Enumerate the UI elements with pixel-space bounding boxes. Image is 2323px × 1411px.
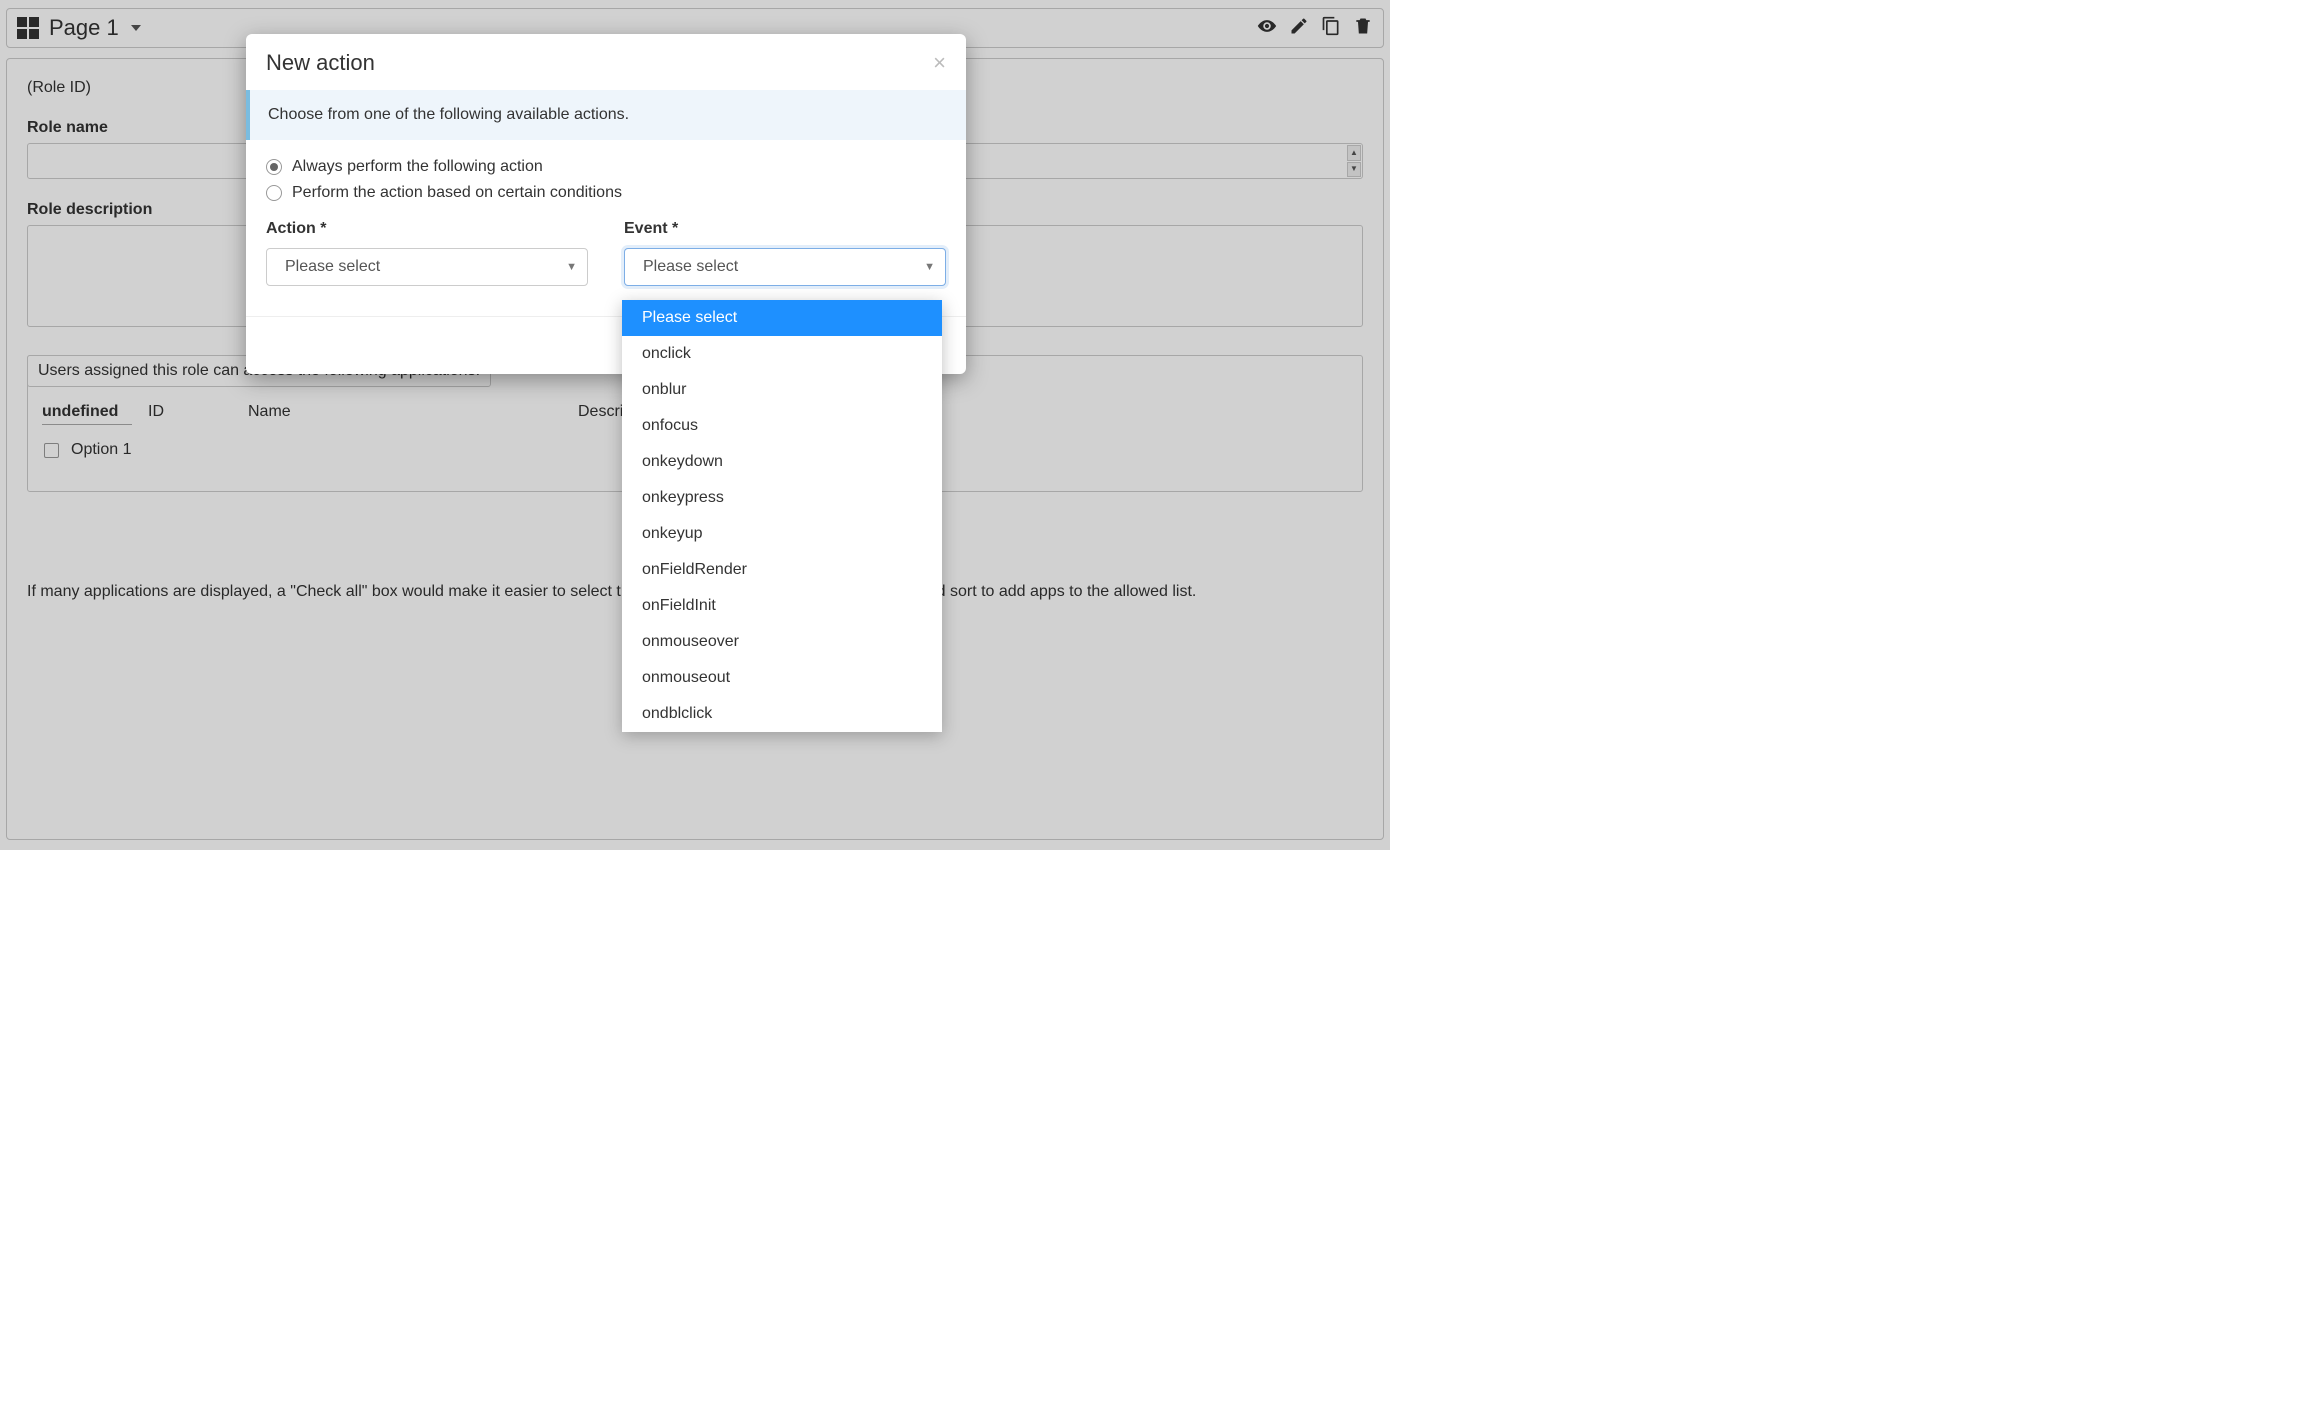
action-select[interactable]: Please select ▼	[266, 248, 588, 286]
chevron-down-icon: ▼	[924, 261, 935, 273]
radio-conditional[interactable]	[266, 185, 282, 201]
dropdown-item[interactable]: onmouseover	[622, 624, 942, 660]
dropdown-item[interactable]: Please select	[622, 300, 942, 336]
action-label: Action *	[266, 220, 588, 238]
dropdown-item[interactable]: onfocus	[622, 408, 942, 444]
radio-always-label: Always perform the following action	[292, 158, 543, 176]
dropdown-item[interactable]: ondblclick	[622, 696, 942, 732]
dropdown-item[interactable]: onkeydown	[622, 444, 942, 480]
event-dropdown: Please selectonclickonbluronfocusonkeydo…	[622, 300, 942, 732]
modal-info-banner: Choose from one of the following availab…	[246, 90, 966, 140]
action-select-value: Please select	[285, 258, 380, 276]
dropdown-item[interactable]: onblur	[622, 372, 942, 408]
dropdown-item[interactable]: onFieldInit	[622, 588, 942, 624]
chevron-down-icon: ▼	[566, 261, 577, 273]
radio-always[interactable]	[266, 159, 282, 175]
close-icon[interactable]: ×	[933, 52, 946, 74]
modal-title: New action	[266, 50, 375, 76]
dropdown-item[interactable]: onkeypress	[622, 480, 942, 516]
dropdown-item[interactable]: onmouseout	[622, 660, 942, 696]
dropdown-item[interactable]: onkeyup	[622, 516, 942, 552]
event-select[interactable]: Please select ▼	[624, 248, 946, 286]
radio-conditional-label: Perform the action based on certain cond…	[292, 184, 622, 202]
event-label: Event *	[624, 220, 946, 238]
dropdown-item[interactable]: onFieldRender	[622, 552, 942, 588]
dropdown-item[interactable]: onclick	[622, 336, 942, 372]
event-select-value: Please select	[643, 258, 738, 276]
